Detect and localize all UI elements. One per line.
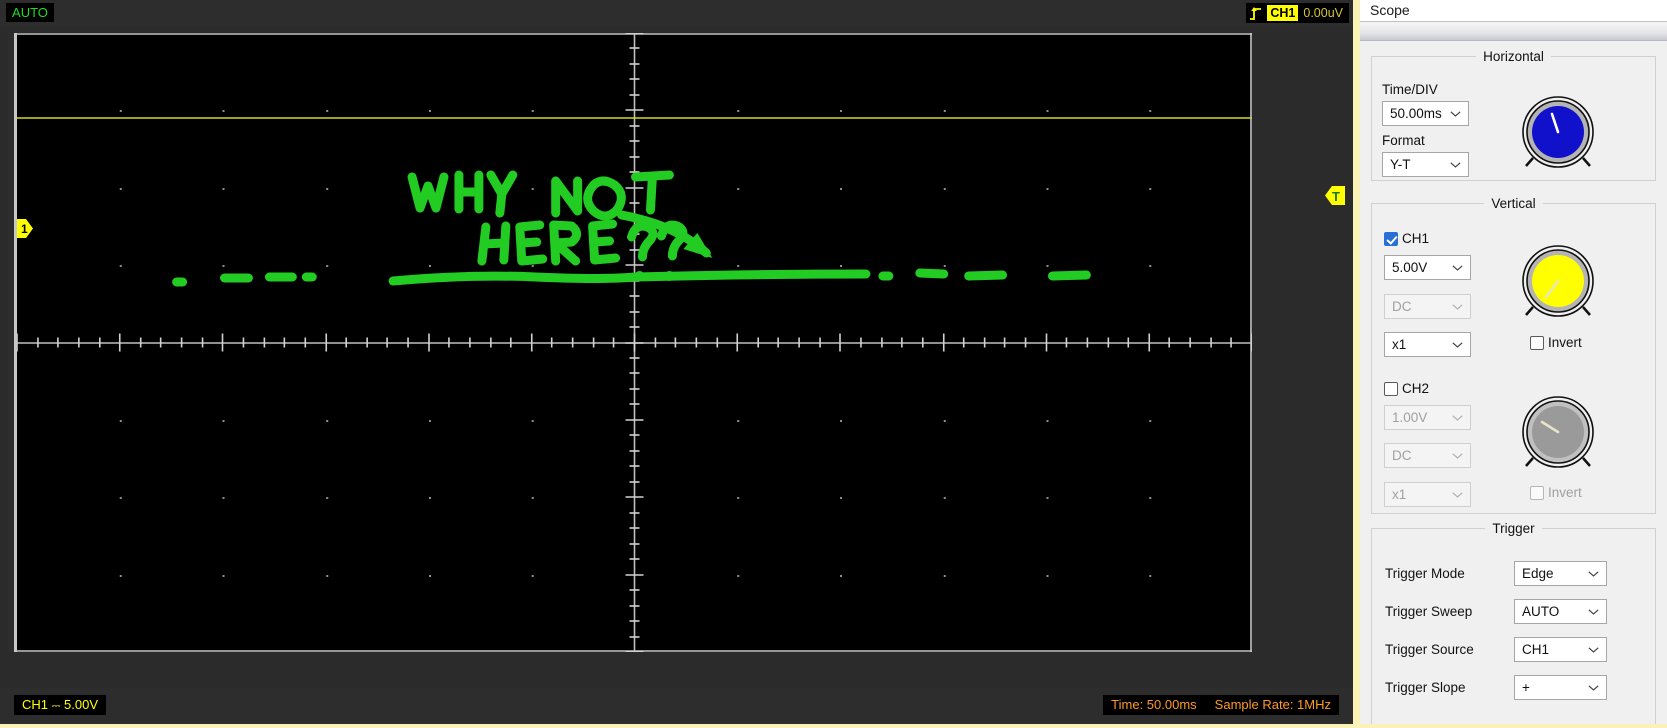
panel-toolstrip (1360, 23, 1667, 41)
ch1-volts-div-knob[interactable] (1520, 245, 1596, 321)
chevron-down-icon (1588, 570, 1599, 577)
trigger-sweep-select[interactable]: AUTO (1514, 599, 1607, 624)
trigger-group-legend: Trigger (1492, 521, 1535, 536)
ch1-scale-badge[interactable]: CH1 ⎓ 5.00V (14, 695, 107, 715)
ch2-invert-label: Invert (1548, 485, 1582, 500)
ch2-probe-select[interactable]: x1 (1384, 482, 1471, 507)
run-state-badge[interactable]: AUTO (6, 3, 54, 22)
chevron-down-icon (1452, 303, 1463, 310)
panel-title: Scope (1370, 2, 1410, 18)
chevron-down-icon (1452, 452, 1463, 459)
scope-status-topbar: AUTO CH1 0.00uV (0, 0, 1353, 26)
timebase-sample-rate: Sample Rate: 1MHz (1214, 697, 1331, 712)
ch1-enable-label: CH1 (1402, 231, 1430, 246)
time-div-label: Time/DIV (1382, 82, 1438, 97)
trigger-slope-select[interactable]: + (1514, 675, 1607, 700)
chevron-down-icon (1588, 608, 1599, 615)
ch1-volts-div-value: 5.00V (1392, 260, 1428, 275)
ch1-volts-div-select[interactable]: 5.00V (1384, 255, 1471, 280)
panel-titlebar: Scope (1360, 0, 1667, 22)
format-label: Format (1382, 133, 1425, 148)
trigger-group: Trigger Trigger Mode Edge Trigger Sweep … (1371, 521, 1656, 728)
timebase-badge: Time: 50.00ms Sample Rate: 1MHz (1103, 695, 1339, 715)
trigger-slope-label: Trigger Slope (1385, 680, 1466, 695)
trigger-source-value: CH1 (1522, 642, 1550, 657)
trigger-source-badge: CH1 (1267, 5, 1299, 21)
ch2-invert-row[interactable]: Invert (1530, 485, 1582, 500)
trigger-mode-value: Edge (1522, 566, 1554, 581)
time-div-select[interactable]: 50.00ms (1382, 101, 1469, 126)
trigger-sweep-value: AUTO (1522, 604, 1560, 619)
ch2-volts-div-value: 1.00V (1392, 410, 1428, 425)
chevron-down-icon (1452, 264, 1463, 271)
ch1-scale-value: 5.00V (64, 697, 99, 712)
time-div-value: 50.00ms (1390, 106, 1442, 121)
waveform-graticule (17, 33, 1252, 652)
chevron-down-icon (1452, 414, 1463, 421)
trigger-position-marker[interactable]: T (1325, 186, 1345, 205)
trigger-readout: CH1 0.00uV (1246, 3, 1349, 23)
ch1-coupling-value: DC (1392, 299, 1412, 314)
chevron-down-icon (1452, 341, 1463, 348)
ch1-invert-checkbox[interactable] (1530, 335, 1544, 350)
ch2-enable-checkbox[interactable] (1384, 381, 1398, 396)
timebase-time: Time: 50.00ms (1111, 697, 1197, 712)
trigger-sweep-label: Trigger Sweep (1385, 604, 1473, 619)
ch1-probe-select[interactable]: x1 (1384, 332, 1471, 357)
ch1-probe-value: x1 (1392, 337, 1407, 352)
control-panel: Scope Horizontal Time/DIV 50.00ms Format… (1353, 0, 1667, 728)
ch2-volts-div-select[interactable]: 1.00V (1384, 405, 1471, 430)
trigger-level-value: 0.00uV (1303, 6, 1343, 20)
format-select[interactable]: Y-T (1382, 152, 1469, 177)
chevron-down-icon (1450, 110, 1461, 117)
trigger-mode-select[interactable]: Edge (1514, 561, 1607, 586)
ch1-position-marker-label: 1 (21, 222, 28, 236)
ch1-enable-row[interactable]: CH1 (1384, 231, 1429, 246)
chevron-down-icon (1452, 491, 1463, 498)
ch1-coupling-select[interactable]: DC (1384, 294, 1471, 319)
ch1-enable-checkbox[interactable] (1384, 231, 1398, 246)
scope-status-bottombar: CH1 ⎓ 5.00V Time: 50.00ms Sample Rate: 1M… (0, 688, 1353, 728)
ch1-invert-label: Invert (1548, 335, 1582, 350)
ch2-volts-div-knob[interactable] (1520, 396, 1596, 472)
chevron-down-icon (1450, 161, 1461, 168)
ch2-enable-row[interactable]: CH2 (1384, 381, 1429, 396)
graticule-area[interactable]: 1 (14, 33, 1252, 652)
ch1-invert-row[interactable]: Invert (1530, 335, 1582, 350)
horizontal-group: Horizontal Time/DIV 50.00ms Format Y-T (1371, 49, 1656, 181)
ch2-coupling-value: DC (1392, 448, 1412, 463)
trigger-source-label: Trigger Source (1385, 642, 1474, 657)
trigger-mode-label: Trigger Mode (1385, 566, 1465, 581)
trigger-position-marker-label: T (1332, 189, 1340, 204)
oscilloscope-application: AUTO CH1 0.00uV 1 T CH1 ⎓ 5.00V Time: 50… (0, 0, 1667, 728)
ch2-enable-label: CH2 (1402, 381, 1430, 396)
ch2-invert-checkbox[interactable] (1530, 485, 1544, 500)
ch2-probe-value: x1 (1392, 487, 1407, 502)
trigger-source-select[interactable]: CH1 (1514, 637, 1607, 662)
ch1-position-marker[interactable]: 1 (17, 219, 33, 238)
window-bottom-accent (0, 724, 1667, 728)
ch2-coupling-select[interactable]: DC (1384, 443, 1471, 468)
chevron-down-icon (1588, 646, 1599, 653)
format-value: Y-T (1390, 157, 1411, 172)
ch1-scale-channel: CH1 (22, 697, 49, 712)
trigger-slope-value: + (1522, 680, 1530, 695)
horizontal-group-legend: Horizontal (1483, 49, 1544, 64)
chevron-down-icon (1588, 684, 1599, 691)
dc-coupling-icon: ⎓ (51, 700, 61, 712)
vertical-group: Vertical CH1 5.00V DC x1 Invert CH2 1.00… (1371, 196, 1656, 514)
time-div-knob[interactable] (1520, 96, 1596, 172)
vertical-group-legend: Vertical (1491, 196, 1536, 211)
scope-display-panel: AUTO CH1 0.00uV 1 T CH1 ⎓ 5.00V Time: 50… (0, 0, 1353, 728)
rising-edge-icon (1250, 6, 1262, 20)
